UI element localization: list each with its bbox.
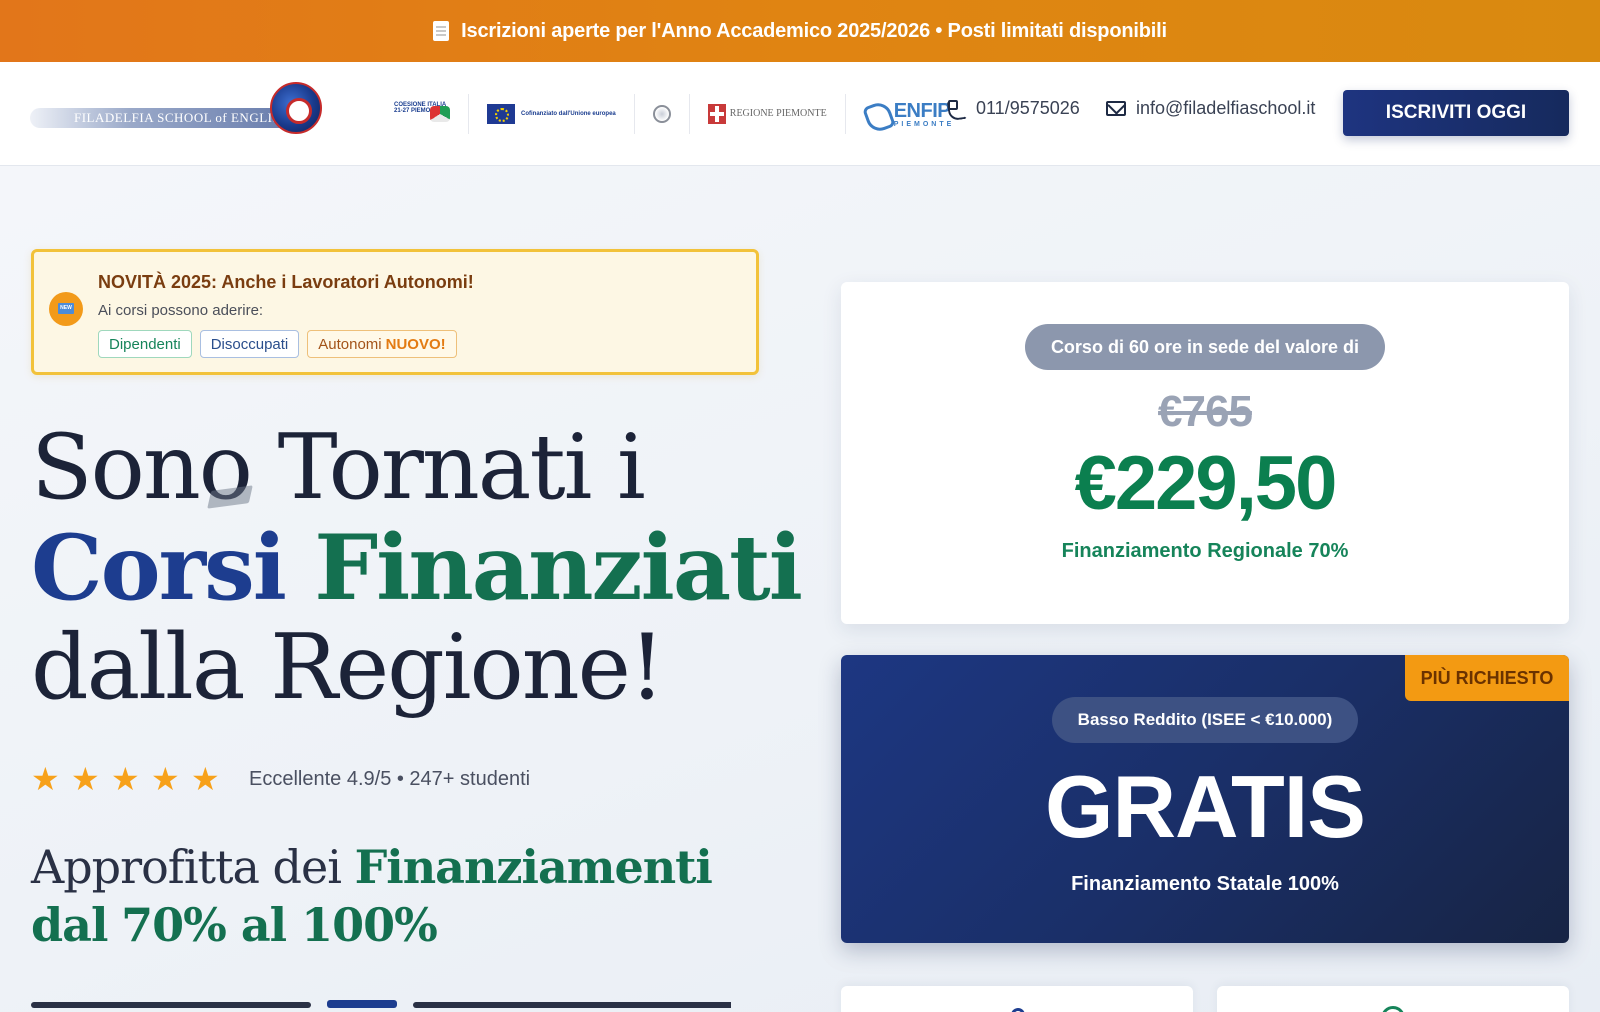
emblem-icon bbox=[652, 105, 671, 123]
subhead-range: 70% al 100% bbox=[121, 898, 438, 952]
eu-flag-icon bbox=[487, 104, 515, 124]
star-icon: ★ bbox=[191, 761, 220, 797]
subhead-prefix: Approfitta dei bbox=[31, 840, 342, 894]
headline-corsi: Corsi bbox=[31, 515, 287, 621]
headline-finanziati: Finanziati bbox=[314, 515, 803, 621]
announcement-text: Iscrizioni aperte per l'Anno Accademico … bbox=[461, 19, 1167, 42]
star-icon: ★ bbox=[111, 761, 140, 797]
info-icon bbox=[1011, 1008, 1025, 1012]
headline-line-2: Corsi Finanziati bbox=[31, 515, 803, 621]
state-funding-label: Finanziamento Statale 100% bbox=[1071, 873, 1339, 895]
news-banner: NEW NOVITÀ 2025: Anche i Lavoratori Auto… bbox=[31, 249, 759, 375]
chip-disoccupati: Disoccupati bbox=[199, 330, 300, 358]
info-card-2 bbox=[1217, 986, 1569, 1012]
eu-text: Cofinanziato dall'Unione europea bbox=[521, 110, 616, 117]
phone-icon bbox=[946, 99, 966, 119]
star-icon: ★ bbox=[31, 761, 60, 797]
hero-subheading: Approfitta dei Finanziamenti dal 70% al … bbox=[31, 838, 751, 954]
republic-emblem-logo bbox=[635, 94, 690, 134]
chip-autonomi: Autonomi NUOVO! bbox=[307, 330, 457, 358]
most-requested-ribbon: PIÙ RICHIESTO bbox=[1405, 655, 1569, 701]
old-price: €765 bbox=[1158, 387, 1253, 436]
headline-line-1: Sono Tornati i bbox=[31, 415, 646, 520]
news-subtitle: Ai corsi possono aderire: bbox=[98, 302, 264, 319]
price-card: Corso di 60 ore in sede del valore di €7… bbox=[841, 282, 1569, 624]
regione-text: REGIONE PIEMONTE bbox=[729, 108, 827, 119]
new-badge-icon: NEW bbox=[49, 292, 83, 326]
regione-piemonte-logo: REGIONE PIEMONTE bbox=[690, 94, 846, 134]
phone-number: 011/9575026 bbox=[976, 98, 1080, 118]
enfip-sub: PIEMONTE bbox=[893, 120, 955, 128]
school-logo[interactable]: FILADELFIA SCHOOL of ENGLISH bbox=[30, 80, 330, 150]
email-contact[interactable]: info@filadelfiaschool.it bbox=[1106, 98, 1315, 119]
eligibility-chips: Dipendenti Disoccupati Autonomi NUOVO! bbox=[98, 330, 457, 358]
enfip-mark-icon bbox=[864, 99, 890, 129]
piemonte-flag-icon bbox=[707, 104, 726, 124]
chip-label: Autonomi bbox=[318, 335, 382, 353]
course-value-pill: Corso di 60 ore in sede del valore di bbox=[1024, 324, 1386, 370]
discounted-price: €229,50 bbox=[1074, 441, 1338, 526]
free-label: GRATIS bbox=[1045, 757, 1366, 856]
info-icon bbox=[1381, 1006, 1405, 1012]
chip-label: Dipendenti bbox=[109, 335, 181, 353]
chip-label: Disoccupati bbox=[210, 335, 289, 353]
eu-cofinanced-logo: Cofinanziato dall'Unione europea bbox=[469, 94, 635, 134]
rating-row: ★ ★ ★ ★ ★ Eccellente 4.9/5 • 247+ studen… bbox=[31, 761, 531, 797]
enroll-button[interactable]: ISCRIVITI OGGI bbox=[1343, 90, 1569, 136]
rating-text: Eccellente 4.9/5 • 247+ studenti bbox=[249, 767, 531, 790]
mail-icon bbox=[1106, 101, 1126, 116]
chip-dipendenti: Dipendenti bbox=[98, 330, 192, 358]
phone-contact[interactable]: 011/9575026 bbox=[946, 98, 1080, 119]
info-card-1 bbox=[841, 986, 1193, 1012]
logo-text: FILADELFIA SCHOOL of ENGLISH bbox=[74, 110, 291, 125]
email-address: info@filadelfiaschool.it bbox=[1136, 98, 1316, 118]
news-title: NOVITÀ 2025: Anche i Lavoratori Autonomi… bbox=[98, 272, 474, 292]
headline-line-3: dalla Regione! bbox=[31, 615, 665, 720]
regional-funding-label: Finanziamento Regionale 70% bbox=[1061, 540, 1349, 562]
clipboard-icon bbox=[433, 21, 450, 41]
free-course-card: PIÙ RICHIESTO Basso Reddito (ISEE < €10.… bbox=[841, 655, 1569, 943]
star-icon: ★ bbox=[71, 761, 100, 797]
partner-logos: COESIONE ITALIA 21-27 PIEMONTE Cofinanzi… bbox=[376, 94, 1002, 134]
announcement-bar: Iscrizioni aperte per l'Anno Accademico … bbox=[0, 0, 1600, 62]
globe-mascot-icon bbox=[270, 82, 322, 134]
chip-new-tag: NUOVO! bbox=[385, 335, 446, 353]
low-income-pill: Basso Reddito (ISEE < €10.000) bbox=[1051, 697, 1359, 743]
coesione-logo: COESIONE ITALIA 21-27 PIEMONTE bbox=[376, 94, 469, 134]
hero-paragraph-cut bbox=[31, 996, 731, 1012]
hero-headline: Sono Tornati i Corsi Finanziati dalla Re… bbox=[31, 415, 803, 720]
new-badge-text: NEW bbox=[58, 303, 74, 314]
star-icon: ★ bbox=[151, 761, 180, 797]
